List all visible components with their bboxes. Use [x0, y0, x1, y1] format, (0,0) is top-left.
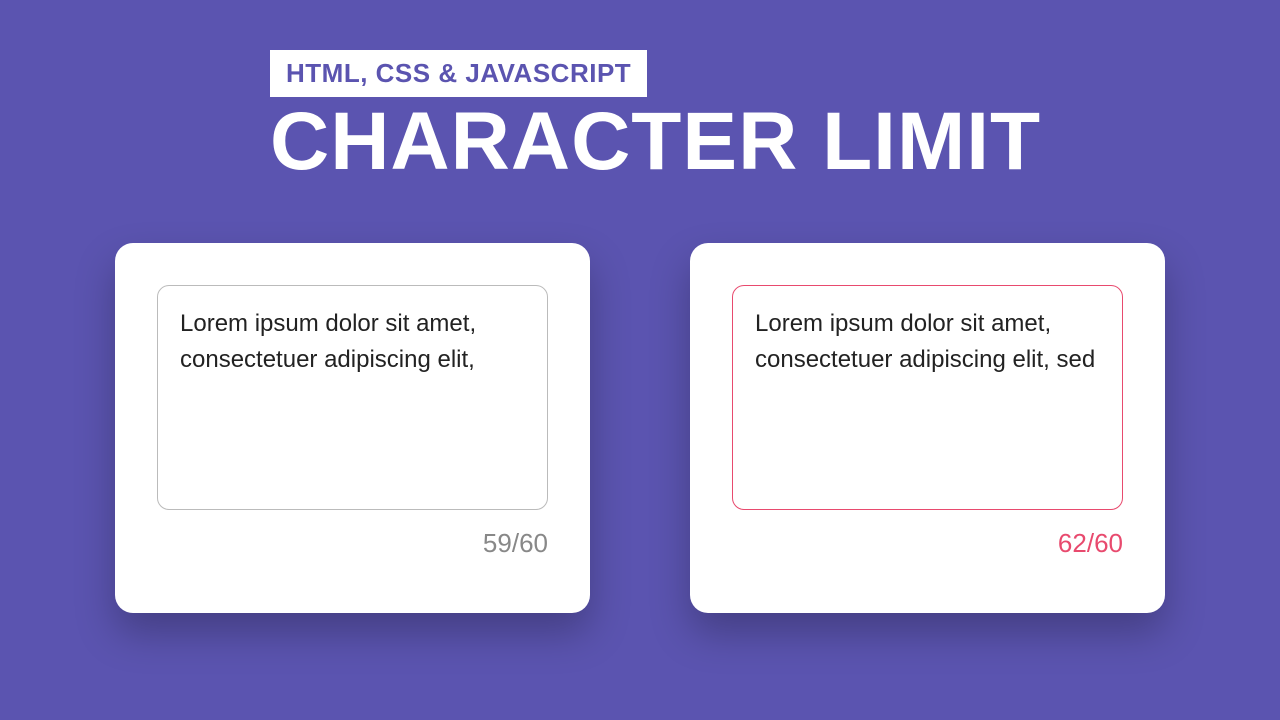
text-input[interactable]: [732, 285, 1123, 510]
text-input[interactable]: [157, 285, 548, 510]
page-title: CHARACTER LIMIT: [270, 101, 1280, 183]
cards-container: 59/60 62/60: [0, 243, 1280, 613]
character-counter: 59/60: [157, 528, 548, 559]
character-card-normal: 59/60: [115, 243, 590, 613]
character-card-error: 62/60: [690, 243, 1165, 613]
character-counter: 62/60: [732, 528, 1123, 559]
header: HTML, CSS & JAVASCRIPT CHARACTER LIMIT: [0, 0, 1280, 183]
subtitle-badge: HTML, CSS & JAVASCRIPT: [270, 50, 647, 97]
